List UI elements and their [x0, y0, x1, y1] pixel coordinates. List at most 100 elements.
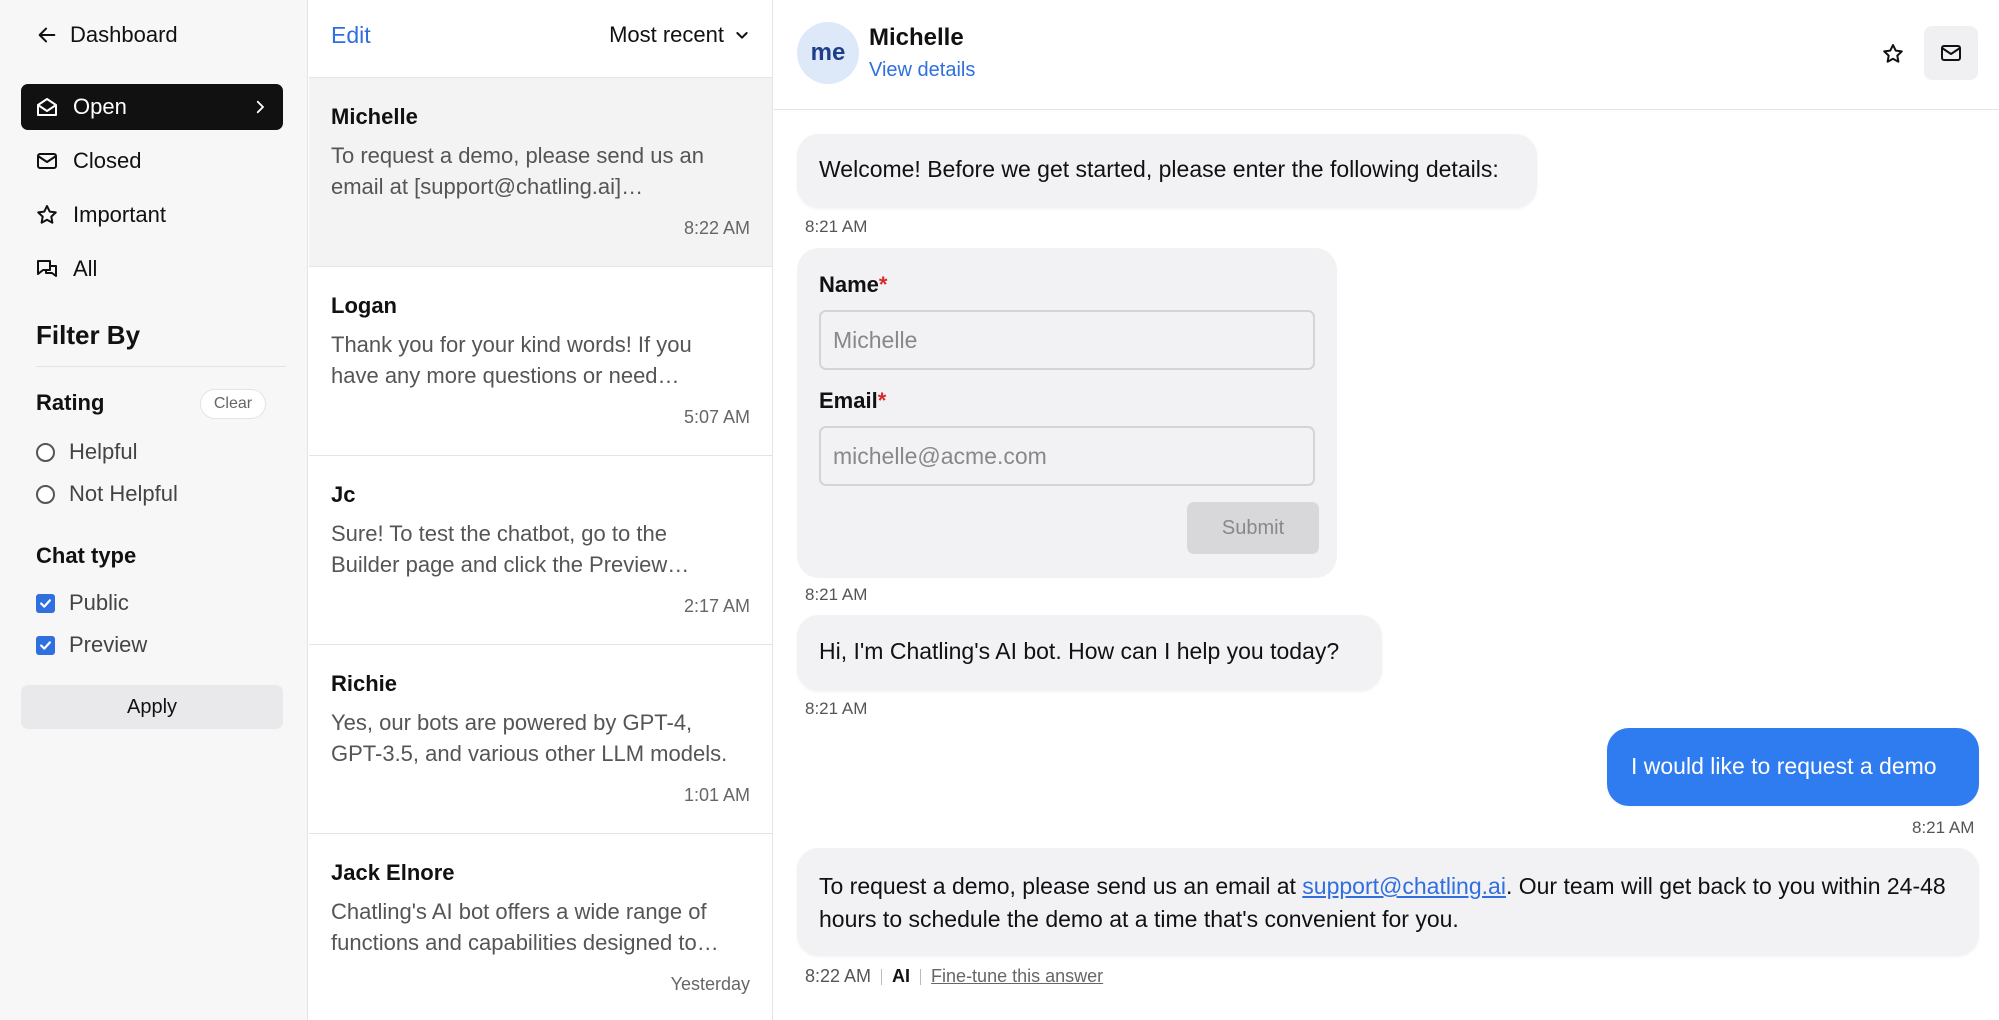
envelope-open-icon [37, 98, 57, 116]
conversation-name: Richie [331, 671, 398, 696]
back-label: Dashboard [70, 22, 178, 47]
conversation-preview: Chatling's AI bot offers a wide range of… [331, 899, 719, 955]
ai-badge: AI [892, 966, 911, 986]
rating-option-helpful[interactable]: Helpful [36, 439, 137, 465]
option-label: Not Helpful [69, 481, 178, 506]
option-label: Public [69, 590, 129, 615]
message-text: I would like to request a demo [1631, 753, 1937, 779]
message-timestamp: 8:21 AM [805, 217, 868, 236]
nav-item-label: Open [73, 94, 127, 119]
option-label: Helpful [69, 439, 138, 464]
conversation-preview: Sure! To test the chatbot, go to the Bui… [331, 521, 690, 577]
conversation-name: Jc [331, 482, 356, 507]
conversation-list: Edit Most recent Michelle To request a d… [309, 0, 773, 1020]
list-header: Edit Most recent [309, 0, 772, 78]
conversation-time: 2:17 AM [683, 596, 750, 616]
conversation-name: Logan [331, 293, 397, 318]
submit-button[interactable]: Submit [1187, 502, 1319, 554]
inbox-nav: Open Closed Important All [21, 84, 283, 300]
conversation-time: 5:07 AM [683, 407, 750, 427]
message-timestamp: 8:22 AM [805, 966, 872, 986]
message-text: To request a demo, please send us an ema… [819, 873, 1303, 899]
conversation-time: Yesterday [670, 974, 750, 994]
avatar: me [797, 22, 859, 84]
divider [881, 968, 883, 985]
view-details-link[interactable]: View details [869, 59, 975, 82]
mail-icon [37, 153, 57, 169]
mail-icon [1941, 45, 1961, 61]
nav-item-open[interactable]: Open [21, 84, 283, 130]
star-icon [1883, 44, 1903, 63]
radio-button[interactable] [36, 442, 55, 462]
support-email-link[interactable]: support@chatling.ai [1302, 873, 1506, 899]
conversation-item[interactable]: Jack Elnore Chatling's AI bot offers a w… [309, 834, 772, 1020]
conversation-item[interactable]: Jc Sure! To test the chatbot, go to the … [309, 456, 772, 645]
nav-item-label: Closed [73, 148, 142, 173]
radio-button[interactable] [36, 484, 55, 504]
conversation-name: Michelle [331, 104, 418, 129]
email-field-label: Email* [819, 388, 887, 413]
nav-item-closed[interactable]: Closed [21, 138, 283, 184]
conversation-preview: Yes, our bots are powered by GPT-4, GPT-… [331, 710, 728, 766]
sort-dropdown[interactable]: Most recent [609, 22, 750, 48]
nav-item-all[interactable]: All [21, 246, 283, 292]
fine-tune-link[interactable]: Fine-tune this answer [931, 966, 1103, 987]
message-timestamp: 8:21 AM [805, 585, 868, 604]
chat-type-option-public[interactable]: Public [36, 590, 129, 616]
bot-message: Hi, I'm Chatling's AI bot. How can I hel… [797, 615, 1382, 691]
conversation-item[interactable]: Richie Yes, our bots are powered by GPT-… [309, 645, 772, 834]
conversation-time: 8:22 AM [683, 218, 750, 238]
conversation-name: Jack Elnore [331, 860, 455, 885]
name-field-label: Name* [819, 272, 888, 297]
conversation-item[interactable]: Logan Thank you for your kind words! If … [309, 267, 772, 456]
name-field[interactable]: Michelle [819, 310, 1315, 370]
message-timestamp: 8:21 AM [1912, 818, 1975, 837]
option-label: Preview [69, 632, 148, 657]
back-to-dashboard-link[interactable]: Dashboard [36, 22, 178, 48]
sidebar: Dashboard Open Closed Important All Filt… [0, 0, 308, 1020]
rating-option-not-helpful[interactable]: Not Helpful [36, 481, 178, 507]
chat-type-option-preview[interactable]: Preview [36, 632, 147, 658]
filter-title: Filter By [36, 320, 141, 350]
email-transcript-button[interactable] [1924, 26, 1978, 80]
check-icon [40, 598, 51, 608]
message-text: Welcome! Before we get started, please e… [819, 156, 1499, 182]
clear-rating-button[interactable]: Clear [200, 389, 266, 419]
required-mark: * [877, 388, 887, 413]
sort-label: Most recent [609, 22, 724, 47]
message-timestamp: 8:21 AM [805, 699, 868, 718]
edit-button[interactable]: Edit [331, 22, 371, 49]
mark-important-button[interactable] [1871, 32, 1915, 76]
bot-message: To request a demo, please send us an ema… [797, 848, 1979, 956]
required-mark: * [878, 272, 888, 297]
conversation-preview: To request a demo, please send us an ema… [331, 143, 705, 199]
arrow-left-icon [38, 27, 56, 43]
apply-filters-button[interactable]: Apply [21, 685, 283, 729]
message-meta: 8:22 AM AI Fine-tune this answer [805, 966, 1103, 987]
email-field[interactable]: michelle@acme.com [819, 426, 1315, 486]
chat-header: me Michelle View details [774, 0, 1999, 110]
check-icon [40, 640, 51, 650]
conversation-item[interactable]: Michelle To request a demo, please send … [309, 78, 772, 267]
rating-title: Rating [36, 390, 105, 415]
user-message: I would like to request a demo [1607, 728, 1979, 806]
checkbox[interactable] [36, 593, 55, 613]
contact-name: Michelle [869, 24, 964, 51]
checkbox[interactable] [36, 635, 55, 655]
star-icon [37, 205, 57, 224]
chats-icon [37, 260, 57, 277]
conversation-preview: Thank you for your kind words! If you ha… [331, 332, 692, 388]
bot-message: Welcome! Before we get started, please e… [797, 134, 1537, 208]
nav-item-label: All [73, 256, 98, 281]
conversation-time: 1:01 AM [683, 785, 750, 805]
chevron-down-icon [736, 32, 748, 39]
divider [920, 968, 922, 985]
nav-item-label: Important [73, 202, 166, 227]
chat-panel: me Michelle View details Welcome! Before… [774, 0, 1999, 1020]
message-text: Hi, I'm Chatling's AI bot. How can I hel… [819, 638, 1340, 664]
divider [36, 366, 286, 367]
chevron-right-icon [256, 100, 264, 114]
chat-type-title: Chat type [36, 543, 137, 568]
nav-item-important[interactable]: Important [21, 192, 283, 238]
lead-form-card: Name* Michelle Email* michelle@acme.com … [797, 248, 1337, 578]
